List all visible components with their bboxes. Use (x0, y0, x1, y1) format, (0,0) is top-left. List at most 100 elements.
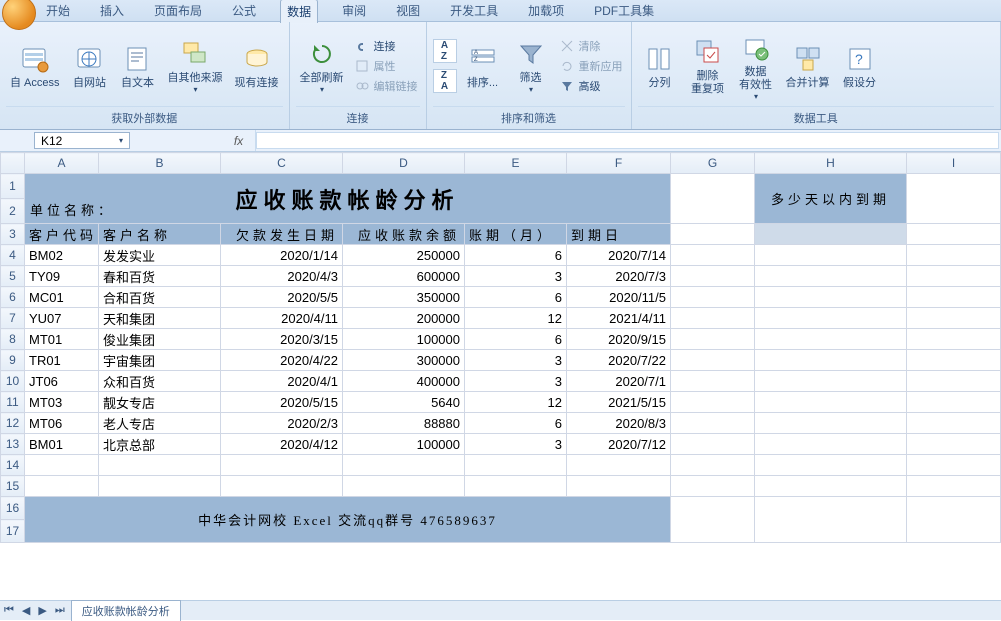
row-header[interactable]: 4 (1, 245, 25, 266)
tab-nav-prev[interactable]: ◀ (18, 604, 34, 617)
cell-amount[interactable]: 250000 (343, 245, 465, 266)
row-header[interactable]: 6 (1, 287, 25, 308)
cell-name[interactable]: 北京总部 (99, 434, 221, 455)
cell-due[interactable]: 2020/8/3 (567, 413, 671, 434)
edit-links-button[interactable]: 编辑链接 (352, 77, 420, 95)
h3-cell[interactable] (755, 224, 907, 245)
tab-view[interactable]: 视图 (390, 0, 426, 22)
row-1[interactable]: 1 应收账款帐龄分析 多少天以内到期 (1, 174, 1001, 199)
cell-name[interactable]: 俊业集团 (99, 329, 221, 350)
existing-conn-button[interactable]: 现有连接 (231, 41, 283, 92)
cell-date[interactable]: 2020/2/3 (221, 413, 343, 434)
cell-name[interactable]: 靓女专店 (99, 392, 221, 413)
text-to-columns-button[interactable]: 分列 (638, 41, 682, 92)
cell-term[interactable]: 6 (465, 329, 567, 350)
cell-term[interactable]: 6 (465, 245, 567, 266)
cell-code[interactable]: MT06 (25, 413, 99, 434)
title-cell[interactable]: 应收账款帐龄分析 (25, 174, 671, 224)
tab-insert[interactable]: 插入 (94, 0, 130, 22)
cell-amount[interactable]: 400000 (343, 371, 465, 392)
row-14[interactable]: 14 (1, 455, 1001, 476)
table-row[interactable]: 5TY09春和百货2020/4/360000032020/7/3 (1, 266, 1001, 287)
cell-amount[interactable]: 100000 (343, 434, 465, 455)
cell-date[interactable]: 2020/4/11 (221, 308, 343, 329)
col-E[interactable]: E (465, 153, 567, 174)
cell-due[interactable]: 2020/9/15 (567, 329, 671, 350)
cell-term[interactable]: 12 (465, 392, 567, 413)
reapply-button[interactable]: 重新应用 (557, 57, 625, 75)
sheet-table[interactable]: A B C D E F G H I 1 应收账款帐龄分析 多少天以内到期 2 3… (0, 152, 1001, 543)
from-other-button[interactable]: 自其他来源▾ (164, 36, 227, 96)
table-row[interactable]: 10JT06众和百货2020/4/140000032020/7/1 (1, 371, 1001, 392)
cell-amount[interactable]: 600000 (343, 266, 465, 287)
select-all-button[interactable] (1, 153, 25, 174)
cell-date[interactable]: 2020/4/22 (221, 350, 343, 371)
tab-nav-first[interactable]: ⏮ (0, 604, 18, 617)
whatif-button[interactable]: ? 假设分 (838, 41, 882, 92)
refresh-all-button[interactable]: 全部刷新▾ (296, 36, 348, 96)
cell-due[interactable]: 2020/7/1 (567, 371, 671, 392)
row-header[interactable]: 1 (1, 174, 25, 199)
table-row[interactable]: 12MT06老人专店2020/2/38888062020/8/3 (1, 413, 1001, 434)
row-header[interactable]: 5 (1, 266, 25, 287)
tab-formula[interactable]: 公式 (226, 0, 262, 22)
cell-date[interactable]: 2020/4/12 (221, 434, 343, 455)
cell-name[interactable]: 众和百货 (99, 371, 221, 392)
cell-code[interactable]: TY09 (25, 266, 99, 287)
row-16[interactable]: 16 中华会计网校 Excel 交流qq群号 476589637 (1, 497, 1001, 520)
cell-due[interactable]: 2020/7/3 (567, 266, 671, 287)
row-header[interactable]: 17 (1, 520, 25, 543)
cell-term[interactable]: 6 (465, 287, 567, 308)
name-box[interactable]: K12 ▾ (34, 132, 130, 149)
hdr-date[interactable]: 欠款发生日期 (221, 224, 343, 245)
col-I[interactable]: I (907, 153, 1001, 174)
cell-term[interactable]: 3 (465, 434, 567, 455)
hdr-due[interactable]: 到期日 (567, 224, 671, 245)
row-header[interactable]: 8 (1, 329, 25, 350)
table-row[interactable]: 9TR01宇宙集团2020/4/2230000032020/7/22 (1, 350, 1001, 371)
row-header[interactable]: 11 (1, 392, 25, 413)
tab-developer[interactable]: 开发工具 (444, 0, 504, 22)
cell-term[interactable]: 3 (465, 266, 567, 287)
hdr-name[interactable]: 客户名称 (99, 224, 221, 245)
table-row[interactable]: 11MT03靓女专店2020/5/155640122021/5/15 (1, 392, 1001, 413)
cell-due[interactable]: 2021/4/11 (567, 308, 671, 329)
table-row[interactable]: 13BM01北京总部2020/4/1210000032020/7/12 (1, 434, 1001, 455)
sheet-tab-active[interactable]: 应收账款帐龄分析 (71, 600, 181, 621)
hdr-term[interactable]: 账期（月） (465, 224, 567, 245)
fx-icon[interactable]: fx (222, 130, 256, 151)
hdr-amount[interactable]: 应收账款余额 (343, 224, 465, 245)
row-header[interactable]: 12 (1, 413, 25, 434)
cell-code[interactable]: MT03 (25, 392, 99, 413)
row-header[interactable]: 3 (1, 224, 25, 245)
row-header[interactable]: 15 (1, 476, 25, 497)
row-15[interactable]: 15 (1, 476, 1001, 497)
advanced-button[interactable]: 高级 (557, 77, 625, 95)
from-access-button[interactable]: 自 Access (6, 41, 64, 92)
col-G[interactable]: G (671, 153, 755, 174)
tab-review[interactable]: 审阅 (336, 0, 372, 22)
clear-button[interactable]: 清除 (557, 37, 625, 55)
row-header[interactable]: 10 (1, 371, 25, 392)
tab-start[interactable]: 开始 (40, 0, 76, 22)
tab-nav-last[interactable]: ⏭ (51, 604, 69, 617)
footer-cell[interactable]: 中华会计网校 Excel 交流qq群号 476589637 (25, 497, 671, 543)
cell-date[interactable]: 2020/4/1 (221, 371, 343, 392)
cell-date[interactable]: 2020/5/15 (221, 392, 343, 413)
properties-button[interactable]: 属性 (352, 57, 420, 75)
cell-code[interactable]: BM02 (25, 245, 99, 266)
col-D[interactable]: D (343, 153, 465, 174)
row-header[interactable]: 2 (1, 199, 25, 224)
col-C[interactable]: C (221, 153, 343, 174)
cell-due[interactable]: 2020/7/22 (567, 350, 671, 371)
sort-asc-button[interactable]: AZ (433, 39, 457, 63)
table-row[interactable]: 8MT01俊业集团2020/3/1510000062020/9/15 (1, 329, 1001, 350)
cell-amount[interactable]: 100000 (343, 329, 465, 350)
table-row[interactable]: 6MC01合和百货2020/5/535000062020/11/5 (1, 287, 1001, 308)
cell-amount[interactable]: 5640 (343, 392, 465, 413)
from-web-button[interactable]: 自网站 (68, 41, 112, 92)
cell-due[interactable]: 2020/11/5 (567, 287, 671, 308)
col-A[interactable]: A (25, 153, 99, 174)
cell-name[interactable]: 老人专店 (99, 413, 221, 434)
h-label-cell[interactable]: 多少天以内到期 (755, 174, 907, 224)
